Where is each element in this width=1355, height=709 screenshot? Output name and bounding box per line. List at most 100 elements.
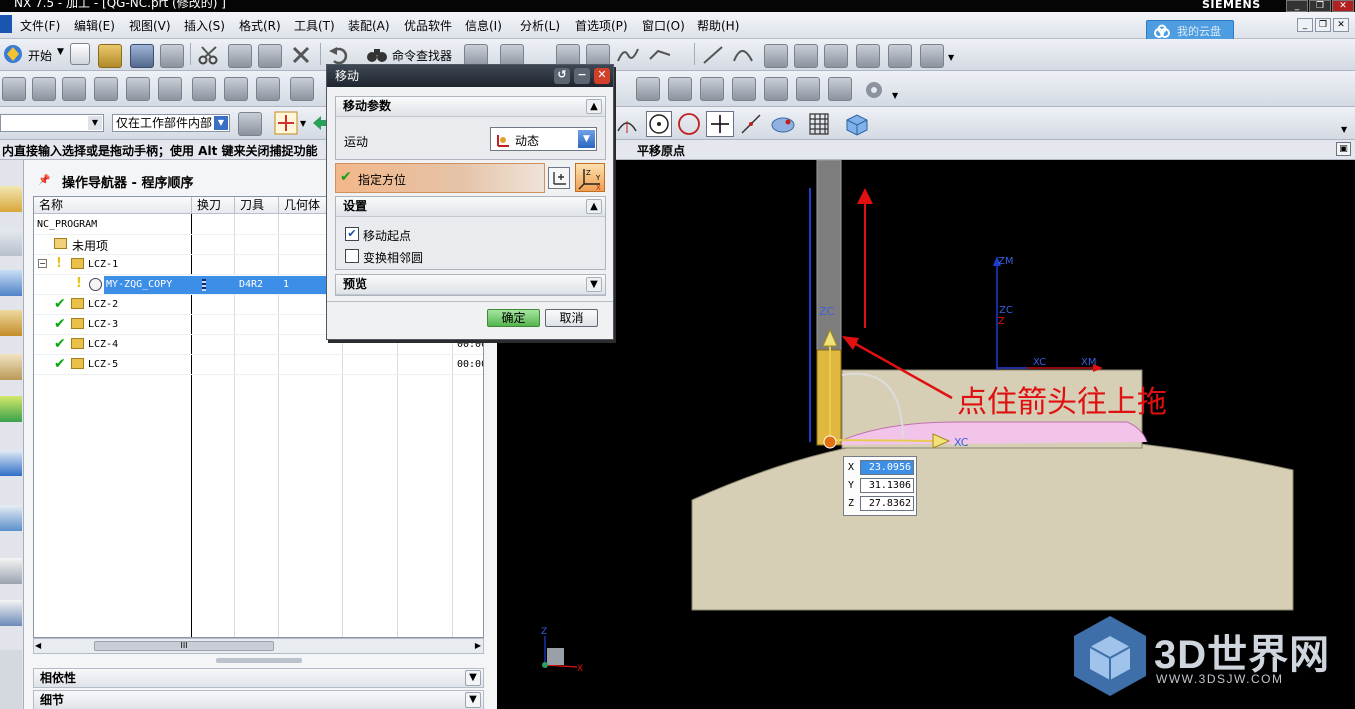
machine-tool-icon[interactable] — [732, 77, 756, 101]
open-file-icon[interactable] — [98, 44, 122, 68]
menu-insert[interactable]: 插入(S) — [184, 17, 225, 34]
minimize-button[interactable]: _ — [1286, 0, 1308, 12]
replay-path-icon[interactable] — [224, 77, 248, 101]
menu-format[interactable]: 格式(R) — [239, 17, 281, 34]
collapse-group-icon[interactable]: ▲ — [586, 199, 602, 214]
properties-icon[interactable] — [158, 77, 182, 101]
mdi-restore-button[interactable]: ❐ — [1315, 18, 1331, 32]
menu-plugin[interactable]: 优品软件 — [404, 17, 452, 34]
constraint-navigator-icon[interactable] — [0, 230, 22, 256]
delete-icon[interactable] — [292, 46, 310, 64]
dependencies-section[interactable]: 相依性 ▼ — [33, 668, 484, 688]
column-header-tool[interactable]: 刀具 — [235, 197, 279, 214]
expand-icon[interactable]: ▼ — [465, 692, 481, 708]
close-dialog-icon[interactable]: ✕ — [594, 68, 610, 84]
print-icon[interactable] — [160, 44, 184, 68]
move-start-checkbox[interactable]: ✔ — [345, 227, 359, 241]
web-browser-icon[interactable] — [0, 450, 22, 476]
snap-point-icon[interactable] — [274, 111, 298, 135]
scope-filter-select[interactable]: 仅在工作部件内部 ▼ — [112, 114, 230, 132]
menu-help[interactable]: 帮助(H) — [697, 17, 739, 34]
reuse-library-icon[interactable] — [0, 396, 22, 422]
create-method-icon[interactable] — [94, 77, 118, 101]
x-coordinate-field[interactable]: 23.0956 — [860, 460, 914, 475]
tool-library-icon[interactable] — [828, 77, 852, 101]
snap-dropdown-icon[interactable]: ▼ — [300, 119, 306, 128]
part-navigator-icon[interactable] — [0, 270, 22, 296]
toolbar-overflow-icon[interactable]: ▼ — [1341, 125, 1347, 134]
solid-body-icon[interactable] — [844, 112, 870, 136]
details-section[interactable]: 细节 ▼ — [33, 690, 484, 709]
curve-edit-icon[interactable] — [648, 45, 672, 65]
start-button[interactable]: 开始 — [28, 47, 52, 64]
manipulator-csys-icon[interactable]: ZYX — [575, 163, 605, 192]
chevron-down-icon[interactable]: ▼ — [578, 130, 595, 148]
menu-analysis[interactable]: 分析(L) — [520, 17, 560, 34]
create-operation-icon[interactable] — [126, 77, 150, 101]
arrow-left-icon[interactable] — [312, 115, 326, 131]
strip-scroll-icon[interactable] — [0, 650, 22, 709]
ok-button[interactable]: 确定 — [487, 309, 540, 327]
quadrant-point-icon[interactable] — [676, 111, 702, 137]
spline-icon[interactable] — [616, 45, 640, 65]
assembly-filter-icon[interactable] — [238, 112, 262, 136]
grid-icon[interactable] — [808, 112, 830, 136]
shop-doc-icon[interactable] — [668, 77, 692, 101]
create-tool-icon[interactable] — [32, 77, 56, 101]
motion-select[interactable]: 动态 ▼ — [490, 127, 597, 151]
collapse-group-icon[interactable]: ▲ — [586, 99, 602, 114]
cancel-button[interactable]: 取消 — [545, 309, 598, 327]
collapse-dialog-icon[interactable]: − — [574, 68, 590, 84]
transform-adjacent-checkbox[interactable] — [345, 249, 359, 263]
arc-center-icon[interactable] — [616, 113, 638, 135]
toolbar-overflow-icon[interactable]: ▼ — [948, 53, 954, 62]
verify-path-icon[interactable] — [290, 77, 314, 101]
sketch-icon[interactable] — [794, 44, 818, 68]
history-icon[interactable] — [0, 505, 22, 531]
copy-icon[interactable] — [228, 44, 252, 68]
machine-navigator-icon[interactable] — [0, 354, 22, 380]
toolbar-overflow-icon[interactable]: ▼ — [892, 91, 898, 100]
offset-curve-icon[interactable] — [856, 44, 880, 68]
arc-icon[interactable] — [732, 45, 754, 65]
preview-group-header[interactable]: 预览 ▼ — [336, 275, 605, 295]
undo-icon[interactable] — [328, 45, 350, 65]
list-path-icon[interactable] — [256, 77, 280, 101]
line-icon[interactable] — [702, 45, 724, 65]
menu-assembly[interactable]: 装配(A) — [348, 17, 390, 34]
output-cls-icon[interactable] — [700, 77, 724, 101]
specify-orientation-row[interactable]: ✔ 指定方位 — [335, 163, 545, 193]
roles-icon[interactable] — [0, 600, 22, 626]
menu-window[interactable]: 窗口(O) — [642, 17, 685, 34]
point-on-curve-icon[interactable] — [740, 113, 762, 135]
paste-icon[interactable] — [258, 44, 282, 68]
circle-center-icon[interactable] — [646, 111, 672, 137]
mdi-close-button[interactable]: ✕ — [1333, 18, 1349, 32]
feeds-icon[interactable] — [796, 77, 820, 101]
menu-tools[interactable]: 工具(T) — [294, 17, 335, 34]
pin-icon[interactable]: 📌 — [38, 175, 50, 186]
expand-icon[interactable]: ▼ — [465, 670, 481, 686]
menu-info[interactable]: 信息(I) — [465, 17, 502, 34]
gear-icon[interactable] — [862, 79, 886, 101]
point-on-face-icon[interactable] — [770, 113, 796, 135]
z-coordinate-field[interactable]: 27.8362 — [860, 496, 914, 511]
bridge-icon[interactable] — [824, 44, 848, 68]
assembly-navigator-icon[interactable] — [0, 186, 22, 212]
scroll-left-icon[interactable]: ◀ — [35, 641, 41, 650]
clock-icon[interactable] — [0, 558, 22, 584]
surface-icon[interactable] — [920, 44, 944, 68]
table-row[interactable]: ✔ LCZ-5 00:00 — [34, 355, 483, 375]
expand-group-icon[interactable]: ▼ — [586, 277, 602, 292]
csys-dialog-icon[interactable] — [548, 167, 570, 189]
reset-icon[interactable]: ↺ — [554, 68, 570, 84]
mdi-minimize-button[interactable]: _ — [1297, 18, 1313, 32]
project-icon[interactable] — [888, 44, 912, 68]
scroll-thumb[interactable]: III — [94, 641, 274, 651]
existing-point-icon[interactable] — [706, 111, 734, 137]
motion-group-header[interactable]: 移动参数 ▲ — [336, 97, 605, 117]
type-filter-select[interactable]: ▼ — [0, 114, 104, 132]
fullscreen-icon[interactable]: ▣ — [1336, 142, 1351, 156]
navigator-horizontal-scrollbar[interactable]: ◀ III ▶ — [33, 638, 484, 654]
scroll-right-icon[interactable]: ▶ — [475, 641, 481, 650]
